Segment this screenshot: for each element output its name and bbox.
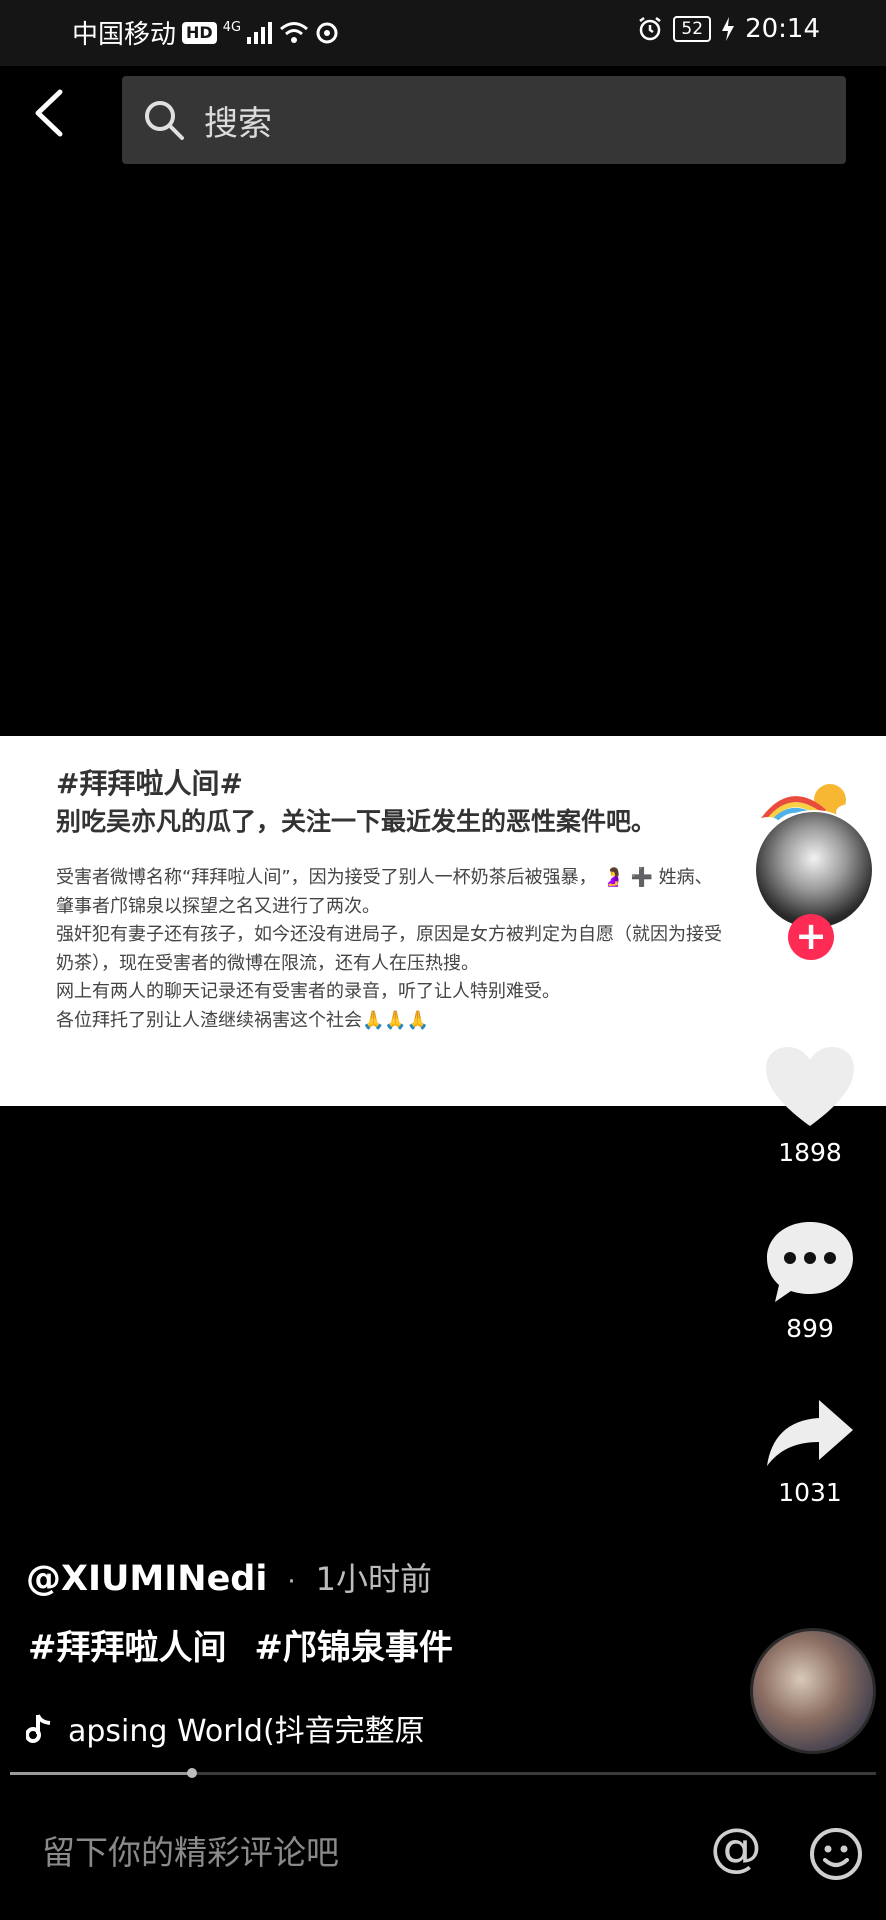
hd-badge: HD [182, 21, 217, 44]
hashtags: #拜拜啦人间 #邝锦泉事件 [28, 1620, 469, 1669]
comment-count: 899 [786, 1314, 834, 1343]
signal-icon [247, 21, 273, 44]
status-bar: 中国移动 HD 4G 52 20:14 [0, 0, 886, 66]
emoji-icon[interactable] [808, 1826, 864, 1882]
post-time: 1小时前 [315, 1560, 433, 1598]
hashtag-link[interactable]: #邝锦泉事件 [254, 1628, 453, 1668]
progress-fill [10, 1772, 192, 1775]
clock: 20:14 [745, 14, 820, 44]
post-meta: @XIUMINedi · 1小时前 [26, 1554, 432, 1600]
alarm-icon [639, 17, 662, 41]
video-subtitle: 别吃吴亦凡的瓜了，关注一下最近发生的恶性案件吧。 [56, 807, 657, 836]
music-title: apsing World(抖音完整原 [68, 1714, 425, 1749]
body-line: 网上有两人的聊天记录还有受害者的录音，听了让人特别难受。 [56, 981, 560, 1002]
separator-dot: · [287, 1567, 296, 1597]
progress-handle[interactable] [186, 1768, 197, 1778]
hotspot-icon [316, 22, 338, 43]
body-line: 各位拜托了别让人渣继续祸害这个社会🙏🙏🙏 [56, 1009, 430, 1031]
comment-bubble-icon [767, 1222, 853, 1302]
music-note-icon [26, 1714, 51, 1743]
like-button[interactable]: 1898 [760, 1046, 860, 1167]
wifi-icon [280, 21, 309, 43]
chevron-left-icon [35, 89, 63, 137]
video-body-text: 受害者微博名称“拜拜啦人间”，因为接受了别人一杯奶茶后被强暴， 🤰 ➕ 姓病、 … [56, 864, 796, 1035]
search-input[interactable]: 搜索 [122, 76, 846, 164]
author-name[interactable]: @XIUMINedi [26, 1559, 267, 1599]
comment-bar: 留下你的精彩评论吧 @ [0, 1790, 886, 1920]
video-title: #拜拜啦人间# [56, 767, 243, 800]
like-count: 1898 [778, 1138, 842, 1167]
network-type: 4G [222, 20, 242, 35]
charging-icon [722, 17, 735, 41]
search-icon [145, 101, 184, 140]
music-disc[interactable] [750, 1628, 876, 1754]
body-line: 奶茶），现在受害者的微博在限流，还有人在压热搜。 [56, 952, 479, 974]
carrier-name: 中国移动 [72, 20, 177, 50]
share-button[interactable]: 1031 [760, 1398, 860, 1507]
avatar[interactable] [754, 810, 874, 930]
share-count: 1031 [778, 1478, 842, 1507]
creator-avatar-group[interactable]: + [750, 772, 874, 960]
body-line: 肇事者邝锦泉以探望之名又进行了两次。 [56, 895, 380, 917]
body-line: 强奸犯有妻子还有孩子，如今还没有进局子，原因是女方被判定为自愿（就因为接受 [56, 924, 722, 945]
search-placeholder: 搜索 [204, 104, 272, 144]
video-progress-bar[interactable] [10, 1768, 876, 1778]
back-button[interactable] [28, 88, 88, 152]
share-arrow-icon [767, 1400, 853, 1466]
comment-button[interactable]: 899 [760, 1220, 860, 1343]
hashtag-link[interactable]: #拜拜啦人间 [28, 1628, 227, 1668]
music-info[interactable]: apsing World(抖音完整原 [26, 1706, 464, 1750]
battery-level: 52 [673, 16, 712, 42]
mention-button[interactable]: @ [710, 1818, 762, 1878]
body-line: 受害者微博名称“拜拜啦人间”，因为接受了别人一杯奶茶后被强暴， 🤰 ➕ 姓病、 [56, 867, 713, 888]
comment-input[interactable]: 留下你的精彩评论吧 [42, 1826, 339, 1874]
heart-icon [766, 1047, 854, 1126]
follow-button[interactable]: + [788, 914, 834, 960]
